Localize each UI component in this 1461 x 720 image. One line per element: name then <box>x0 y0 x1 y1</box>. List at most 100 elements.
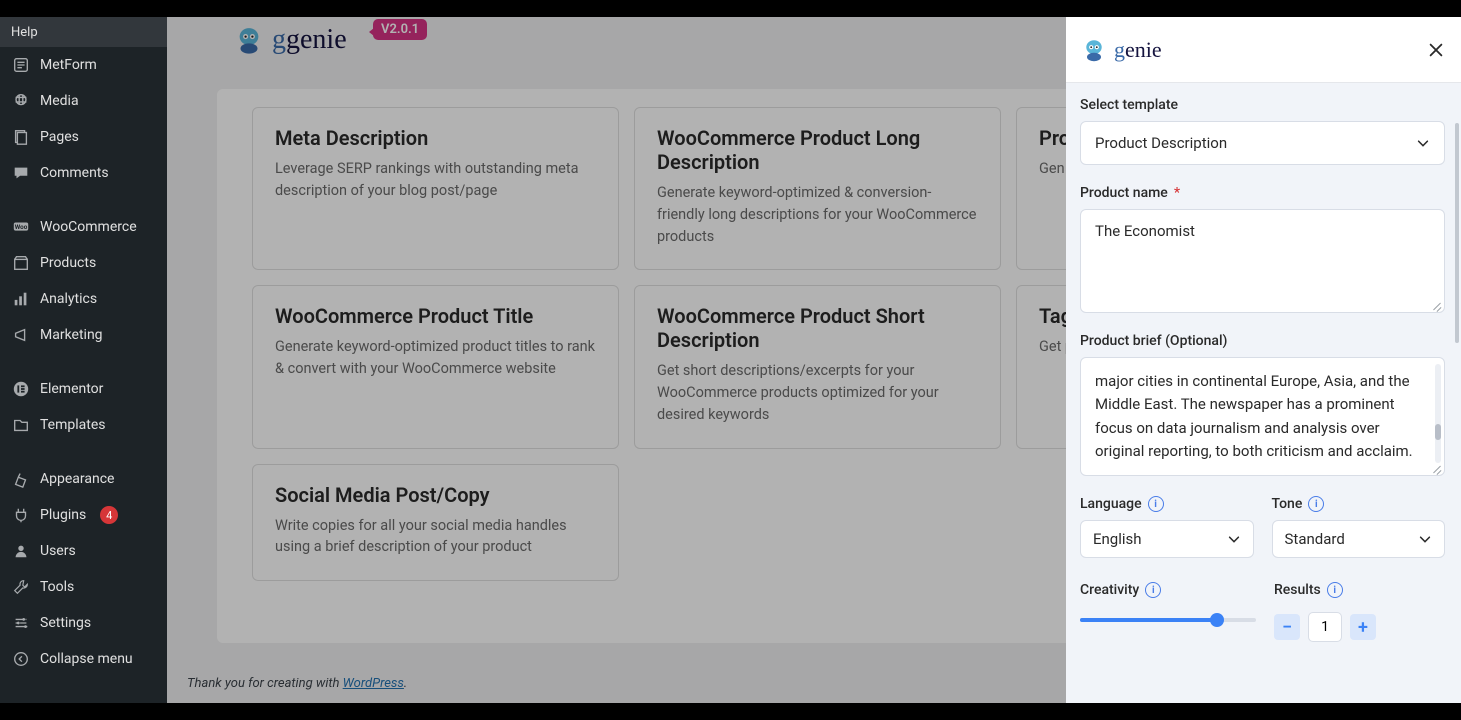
sidebar-item-tools[interactable]: Tools <box>0 569 167 605</box>
wordpress-link[interactable]: WordPress <box>343 676 404 691</box>
sidebar-item-products[interactable]: Products <box>0 245 167 281</box>
help-label: Help <box>11 25 38 40</box>
card-title: Meta Description <box>275 126 596 150</box>
sidebar-item-label: Tools <box>40 579 74 595</box>
template-card[interactable]: WooCommerce Product Short Description Get… <box>634 285 1001 448</box>
template-card[interactable]: Social Media Post/Copy Write copies for a… <box>252 464 619 582</box>
product-brief-label: Product brief (Optional) <box>1080 333 1445 349</box>
product-name-label: Product name * <box>1080 185 1445 201</box>
chevron-down-icon <box>1227 532 1241 546</box>
media-icon <box>12 92 30 110</box>
sidebar-item-metform[interactable]: MetForm <box>0 47 167 83</box>
sidebar-item-plugins[interactable]: Plugins 4 <box>0 497 167 533</box>
sidebar-item-collapse-menu[interactable]: Collapse menu <box>0 641 167 677</box>
sidebar-item-label: Comments <box>40 165 109 181</box>
tools-icon <box>12 578 30 596</box>
sidebar-item-woocommerce[interactable]: Woo WooCommerce <box>0 209 167 245</box>
card-description: Gen topi <box>1039 158 1066 180</box>
plugins-icon <box>12 506 30 524</box>
help-toggle[interactable]: Help <box>0 17 167 47</box>
template-select-value: Product Description <box>1095 134 1227 152</box>
update-count-badge: 4 <box>100 506 118 524</box>
creativity-label: Creativity i <box>1080 582 1256 598</box>
template-card[interactable]: WooCommerce Product Long Description Gene… <box>634 107 1001 270</box>
product-brief-input[interactable]: major cities in continental Europe, Asia… <box>1080 357 1445 476</box>
product-name-value: The Economist <box>1095 222 1195 240</box>
slider-thumb[interactable] <box>1210 613 1224 627</box>
card-description: Write copies for all your social media h… <box>275 515 596 559</box>
select-template-label: Select template <box>1080 97 1445 113</box>
card-description: Leverage SERP rankings with outstanding … <box>275 158 596 202</box>
card-title: WooCommerce Product Long Description <box>657 126 978 174</box>
templates-icon <box>12 416 30 434</box>
template-select[interactable]: Product Description <box>1080 121 1445 165</box>
scrollbar-thumb[interactable] <box>1435 424 1441 440</box>
comments-icon <box>12 164 30 182</box>
card-description: Get short descriptions/excerpts for your… <box>657 360 978 425</box>
sidebar-item-settings[interactable]: Settings <box>0 605 167 641</box>
card-title: Tag <box>1039 304 1066 328</box>
marketing-icon <box>12 326 30 344</box>
card-title: Social Media Post/Copy <box>275 483 596 507</box>
info-icon[interactable]: i <box>1308 496 1324 512</box>
users-icon <box>12 542 30 560</box>
genie-drawer: genie Select template Product Descriptio… <box>1066 17 1461 703</box>
sidebar-item-label: WooCommerce <box>40 219 137 235</box>
sidebar-item-templates[interactable]: Templates <box>0 407 167 443</box>
language-select[interactable]: English <box>1080 520 1254 558</box>
template-card[interactable]: Tag Get proc <box>1016 285 1066 448</box>
sidebar-item-label: Settings <box>40 615 91 631</box>
language-label: Language i <box>1080 496 1254 512</box>
template-card[interactable]: Pro Gen topi <box>1016 107 1066 270</box>
main-area: ggenie V2.0.1 Meta DescriptionLeverage S… <box>167 17 1066 703</box>
product-brief-value: major cities in continental Europe, Asia… <box>1095 370 1426 463</box>
analytics-icon <box>12 290 30 308</box>
tone-select[interactable]: Standard <box>1272 520 1446 558</box>
sidebar-item-pages[interactable]: Pages <box>0 119 167 155</box>
results-stepper: − 1 + <box>1274 612 1445 642</box>
drawer-logo-text: genie <box>1114 37 1162 63</box>
sidebar-item-marketing[interactable]: Marketing <box>0 317 167 353</box>
logo-text: ggenie <box>272 24 347 56</box>
sidebar-item-label: Pages <box>40 129 79 145</box>
results-label: Results i <box>1274 582 1445 598</box>
product-name-input[interactable]: The Economist <box>1080 209 1445 313</box>
info-icon[interactable]: i <box>1148 496 1164 512</box>
sidebar-item-users[interactable]: Users <box>0 533 167 569</box>
increment-button[interactable]: + <box>1350 614 1376 640</box>
woocommerce-icon: Woo <box>12 218 30 236</box>
results-value[interactable]: 1 <box>1308 612 1342 642</box>
sidebar-item-comments[interactable]: Comments <box>0 155 167 191</box>
sidebar-item-label: Users <box>40 543 76 559</box>
svg-text:Woo: Woo <box>15 223 28 231</box>
sidebar-item-media[interactable]: Media <box>0 83 167 119</box>
creativity-slider[interactable] <box>1080 618 1256 622</box>
appearance-icon <box>12 470 30 488</box>
pages-icon <box>12 128 30 146</box>
sidebar-item-appearance[interactable]: Appearance <box>0 461 167 497</box>
drawer-scrollbar-thumb[interactable] <box>1455 123 1459 343</box>
resize-handle-icon[interactable] <box>1432 463 1442 473</box>
card-title: WooCommerce Product Short Description <box>657 304 978 352</box>
info-icon[interactable]: i <box>1145 582 1161 598</box>
sidebar-item-label: Plugins <box>40 507 86 523</box>
card-title: Pro <box>1039 126 1066 150</box>
template-card[interactable]: Meta Description Leverage SERP rankings w… <box>252 107 619 270</box>
admin-sidebar: MetForm Media Pages Comments Woo WooCommerce P… <box>0 47 167 703</box>
close-icon[interactable] <box>1427 41 1445 59</box>
sidebar-item-label: Media <box>40 93 79 109</box>
info-icon[interactable]: i <box>1327 582 1343 598</box>
genie-logo-icon <box>232 23 266 57</box>
sidebar-item-analytics[interactable]: Analytics <box>0 281 167 317</box>
template-card[interactable]: WooCommerce Product TitleGenerate keywor… <box>252 285 619 448</box>
sidebar-item-label: Marketing <box>40 327 103 343</box>
decrement-button[interactable]: − <box>1274 614 1300 640</box>
card-description: Generate keyword-optimized & conversion-… <box>657 182 978 247</box>
tone-value: Standard <box>1285 530 1345 548</box>
card-title: WooCommerce Product Title <box>275 304 596 328</box>
card-description: Get proc <box>1039 336 1066 358</box>
sidebar-item-elementor[interactable]: Elementor <box>0 371 167 407</box>
metform-icon <box>12 56 30 74</box>
resize-handle-icon[interactable] <box>1432 300 1442 310</box>
language-value: English <box>1093 530 1142 548</box>
